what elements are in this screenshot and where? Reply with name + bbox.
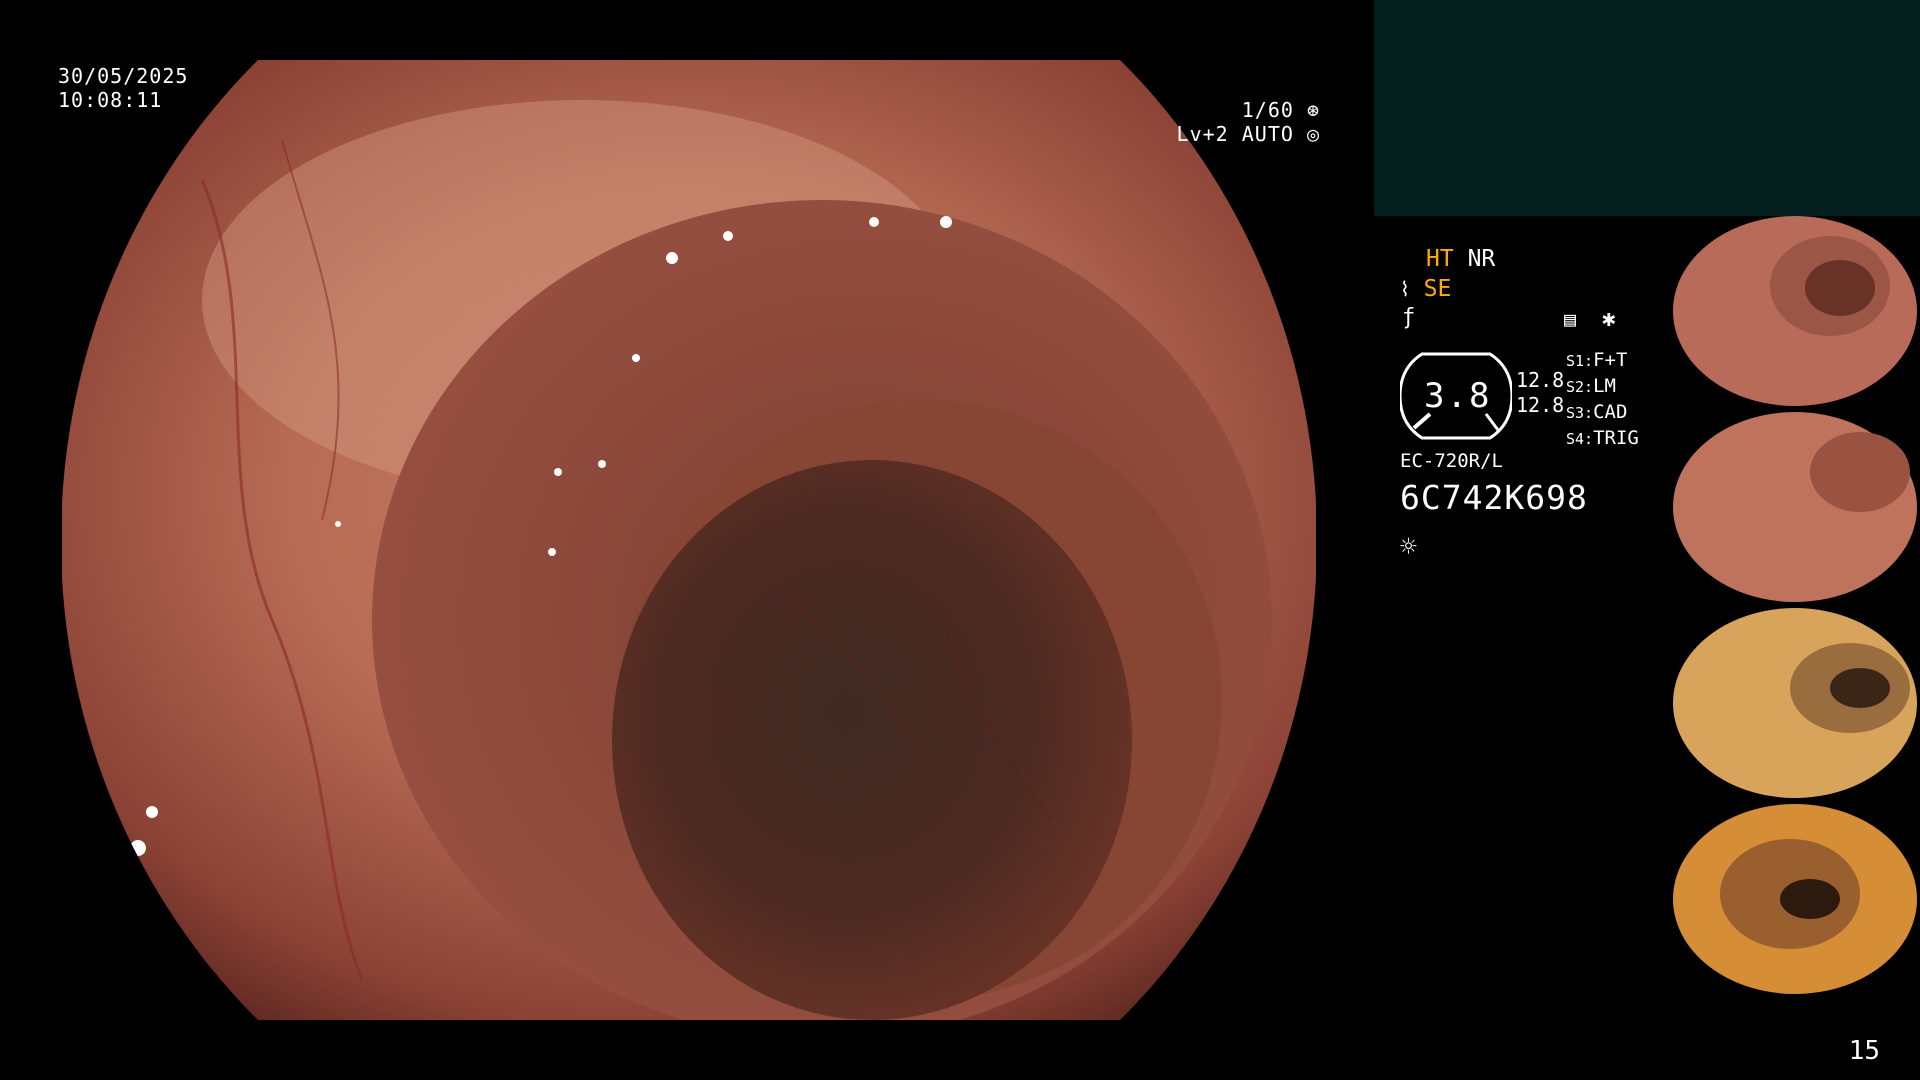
gauge-values: 12.8 12.8 xyxy=(1516,368,1564,418)
status-panel: HT NR ⌇ SE ƒ ▤ ✱ 3.8 12.8 12.8 S1:F+T S2… xyxy=(1396,240,1666,570)
level-label: Lv+2 AUTO xyxy=(1176,122,1294,146)
gauge: 3.8 xyxy=(1398,350,1514,442)
date-time: 30/05/2025 10:08:11 xyxy=(58,64,188,112)
memo-icon: ▤ xyxy=(1564,307,1577,331)
thumbnail-2[interactable] xyxy=(1670,412,1920,602)
switch-2-value: LM xyxy=(1593,375,1616,397)
enhance-icon: ƒ xyxy=(1402,305,1416,330)
top-right-panel xyxy=(1374,0,1920,216)
scope-icon: ⌇ xyxy=(1400,277,1410,301)
auto-iris-icon: ◎ xyxy=(1306,122,1320,146)
thumbnail-strip xyxy=(1670,216,1920,1016)
page-number: 15 xyxy=(1848,1036,1880,1066)
gauge-value-2: 12.8 xyxy=(1516,393,1565,417)
switch-4-label: S4: xyxy=(1566,430,1594,448)
switch-list: S1:F+T S2:LM S3:CAD S4:TRIG xyxy=(1566,348,1639,452)
switch-1-label: S1: xyxy=(1566,352,1594,370)
switch-3-value: CAD xyxy=(1593,401,1628,423)
light-icon: ☼ xyxy=(1400,530,1417,563)
asterisk-icon: ✱ xyxy=(1601,306,1616,332)
date-label: 30/05/2025 xyxy=(58,64,189,88)
se-label: SE xyxy=(1423,276,1452,302)
gauge-value: 3.8 xyxy=(1424,376,1492,416)
exposure-info: 1/60 ⊛ Lv+2 AUTO ◎ xyxy=(1177,98,1320,146)
switch-1-value: F+T xyxy=(1593,349,1628,371)
scope-model: EC-720R/L xyxy=(1400,450,1503,472)
nr-label: NR xyxy=(1467,246,1496,272)
switch-4-value: TRIG xyxy=(1593,427,1639,449)
thumbnail-1[interactable] xyxy=(1670,216,1920,406)
thumbnail-3[interactable] xyxy=(1670,608,1920,798)
shutter-label: 1/60 xyxy=(1241,98,1294,122)
switch-2-label: S2: xyxy=(1566,378,1594,396)
endoscope-main-view xyxy=(62,60,1316,1020)
gauge-value-1: 12.8 xyxy=(1516,368,1565,392)
shutter-icon: ⊛ xyxy=(1306,98,1320,122)
switch-3-label: S3: xyxy=(1566,404,1594,422)
scope-serial: 6C742K698 xyxy=(1400,478,1588,517)
thumbnail-4[interactable] xyxy=(1670,804,1920,994)
time-label: 10:08:11 xyxy=(58,88,163,112)
ht-label: HT xyxy=(1426,246,1454,272)
